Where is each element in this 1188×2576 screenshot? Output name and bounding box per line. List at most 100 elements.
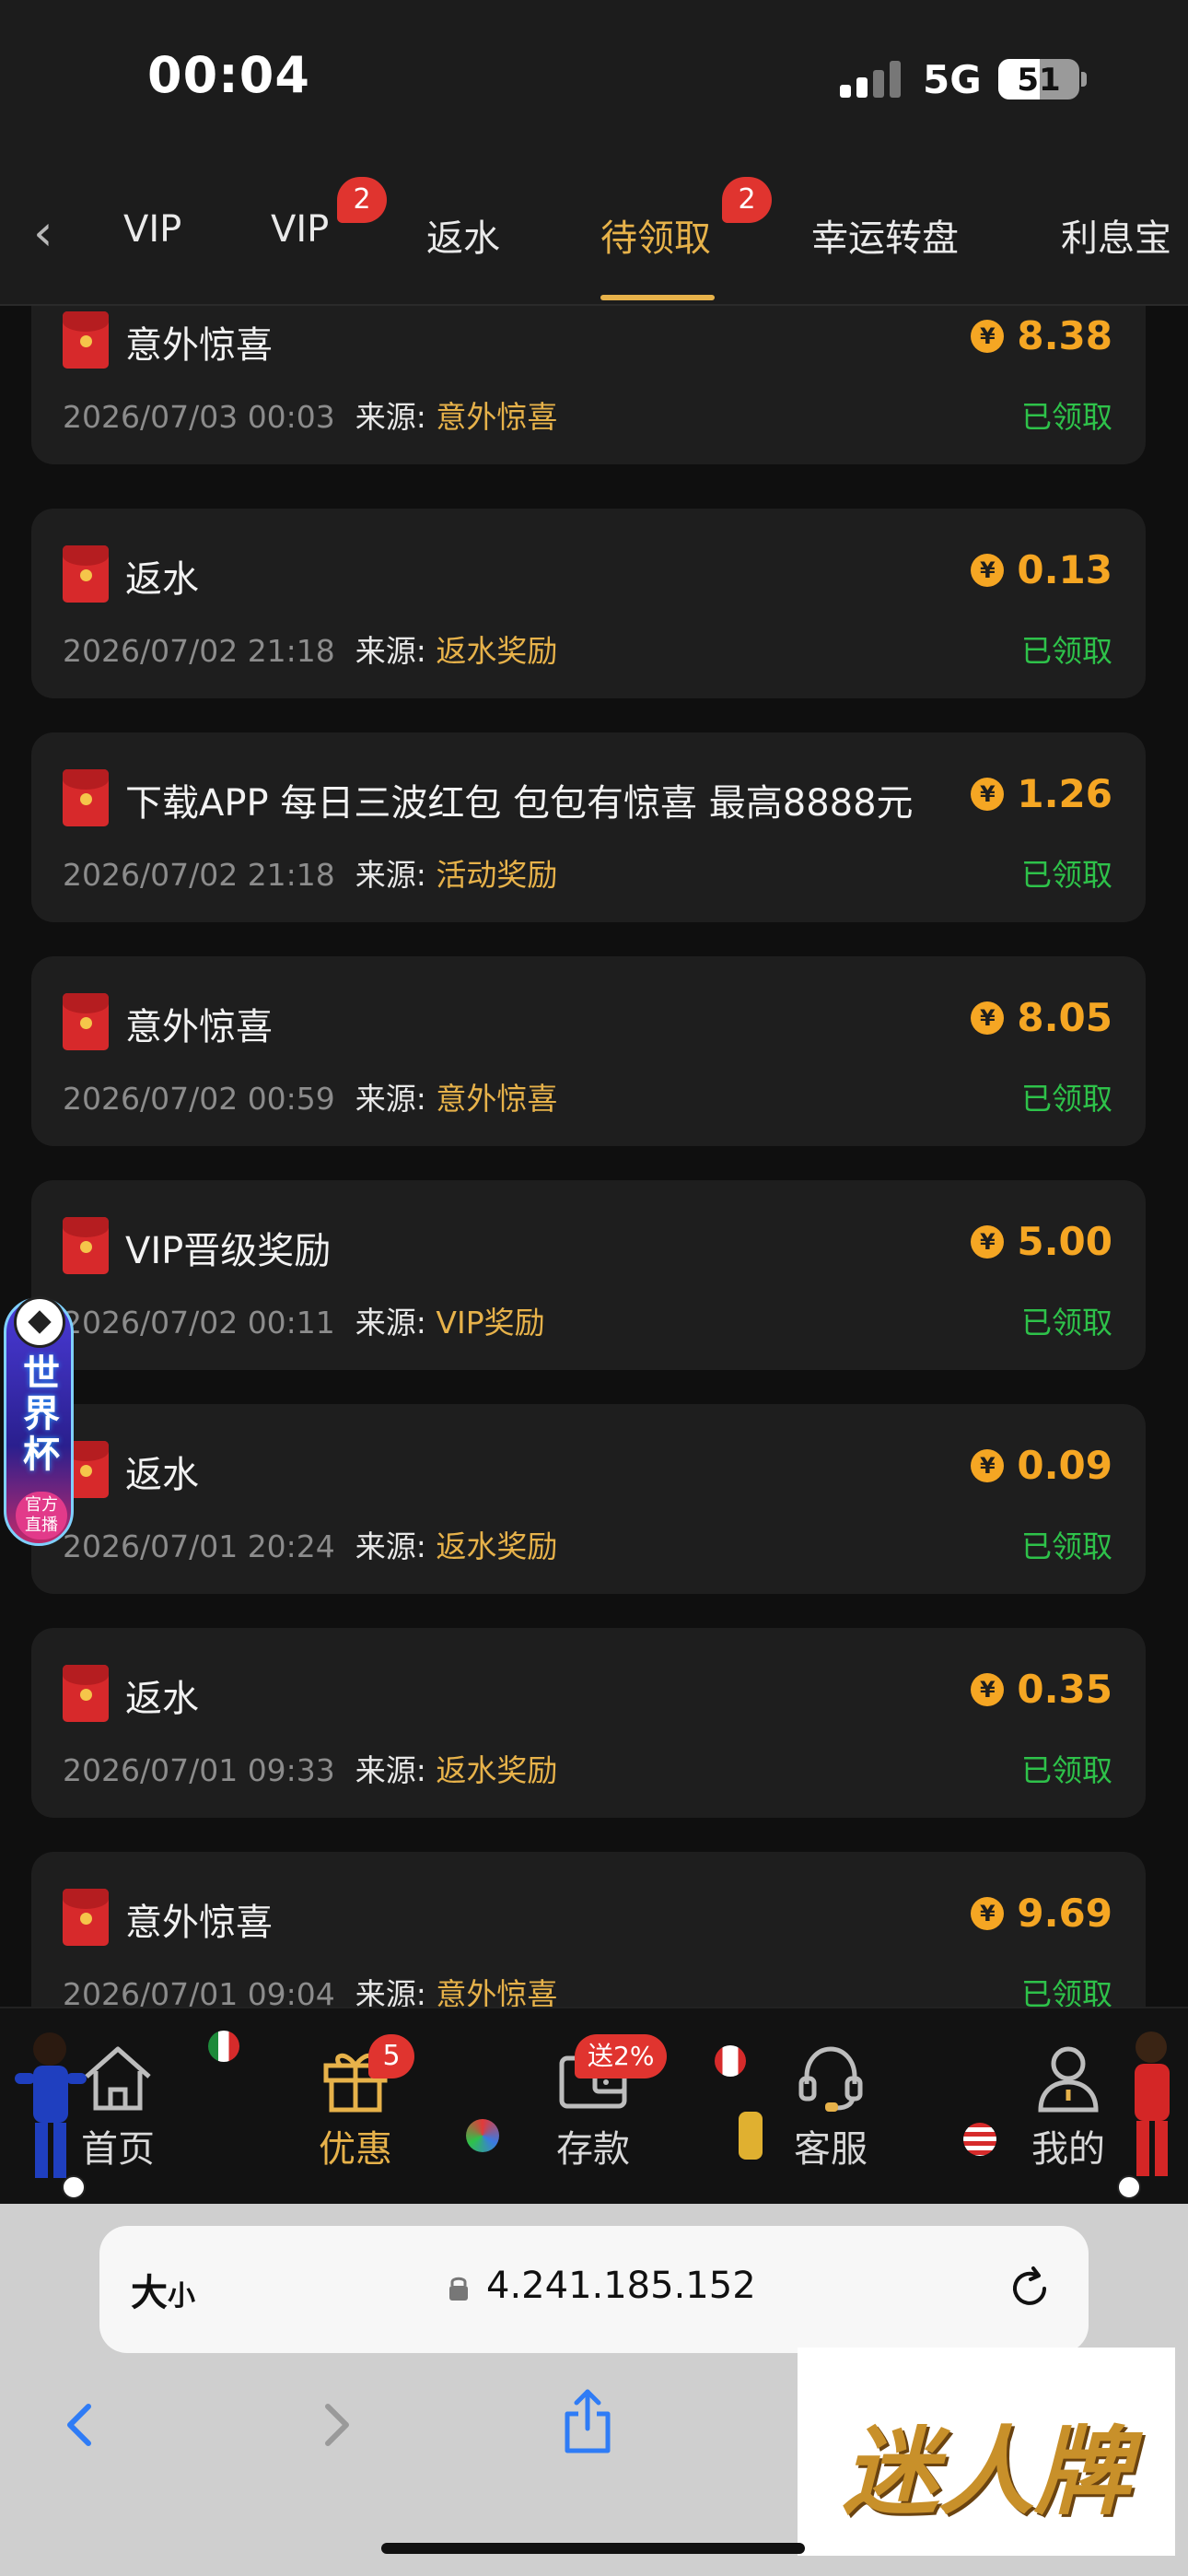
signal-icon (840, 61, 904, 98)
status-bar: 00:04 5G 51 (0, 0, 1188, 157)
live-badge-line1: 官方 (25, 1495, 58, 1515)
record-card[interactable]: 下载APP 每日三波红包 包包有惊喜 最高8888元 ¥ 1.26 2026/0… (31, 732, 1146, 922)
tab-interest[interactable]: 利息宝 (1061, 208, 1171, 262)
red-envelope-icon (63, 1217, 109, 1274)
record-date-line: 2026/07/02 00:11 来源: VIP奖励 (63, 1298, 545, 1342)
record-source-label: 来源: (355, 1081, 426, 1117)
deposit-promo-badge: 送2% (575, 2034, 668, 2078)
forward-arrow-icon[interactable] (309, 2388, 365, 2462)
record-source: 返水奖励 (436, 633, 558, 669)
record-title: 返水 (125, 1454, 199, 1496)
bottom-navigation: 首页 优惠 5 存款 送2% 客服 我的 (0, 2007, 1188, 2204)
record-amount: ¥ 0.09 (971, 1443, 1112, 1488)
record-amount-value: 8.05 (1017, 995, 1112, 1040)
record-card[interactable]: 意外惊喜 ¥ 8.38 2026/07/03 00:03 来源: 意外惊喜 已领取 (31, 306, 1146, 464)
record-title: 意外惊喜 (125, 1902, 273, 1944)
record-source: 活动奖励 (436, 857, 558, 893)
record-date-line: 2026/07/02 21:18 来源: 返水奖励 (63, 626, 557, 671)
network-type: 5G (923, 57, 982, 102)
record-source-label: 来源: (355, 1305, 426, 1341)
nav-home[interactable]: 首页 (53, 2042, 182, 2172)
user-icon (1038, 2046, 1099, 2113)
tab-scroll-left-icon[interactable]: ‹ (33, 208, 70, 258)
record-card[interactable]: 返水 ¥ 0.09 2026/07/01 20:24 来源: 返水奖励 已领取 (31, 1404, 1146, 1594)
tab-lucky-wheel[interactable]: 幸运转盘 (811, 208, 959, 262)
nav-deposit[interactable]: 存款 送2% (529, 2034, 668, 2172)
record-date: 2026/07/02 21:18 (63, 633, 335, 669)
coin-icon: ¥ (971, 1448, 1005, 1482)
record-source-label: 来源: (355, 399, 426, 435)
record-source: 返水奖励 (436, 1752, 558, 1788)
record-amount: ¥ 0.13 (971, 547, 1112, 592)
record-amount-value: 9.69 (1017, 1891, 1112, 1936)
record-status: 已领取 (1021, 857, 1112, 893)
live-badge-line2: 直播 (25, 1516, 58, 1535)
record-source-label: 来源: (355, 1752, 426, 1788)
nav-promotions[interactable]: 优惠 5 (291, 2034, 420, 2172)
battery-icon: 51 (998, 59, 1079, 100)
record-date-line: 2026/07/01 20:24 来源: 返水奖励 (63, 1522, 557, 1566)
record-amount: ¥ 8.05 (971, 995, 1112, 1040)
nav-support[interactable]: 客服 (766, 2042, 895, 2172)
coin-icon: ¥ (971, 319, 1005, 353)
record-date: 2026/07/02 00:59 (63, 1081, 335, 1117)
reload-icon[interactable] (1002, 2261, 1057, 2316)
record-card[interactable]: 意外惊喜 ¥ 8.05 2026/07/02 00:59 来源: 意外惊喜 已领取 (31, 956, 1146, 1146)
nav-promotions-badge: 5 (368, 2034, 414, 2078)
reward-record-list[interactable]: 意外惊喜 ¥ 8.38 2026/07/03 00:03 来源: 意外惊喜 已领取… (0, 306, 1188, 2007)
tab-vip-partial[interactable]: VIP (123, 208, 181, 251)
record-card[interactable]: 返水 ¥ 0.35 2026/07/01 09:33 来源: 返水奖励 已领取 (31, 1628, 1146, 1818)
flag-mexico-icon (208, 2031, 239, 2062)
record-status: 已领取 (1021, 399, 1112, 435)
record-card[interactable]: VIP晋级奖励 ¥ 5.00 2026/07/02 00:11 来源: VIP奖励… (31, 1180, 1146, 1370)
red-envelope-icon (63, 769, 109, 826)
tab-pending-claim[interactable]: 待领取 (600, 208, 711, 262)
flag-usa-icon (963, 2123, 996, 2156)
record-amount-value: 1.26 (1017, 771, 1112, 816)
official-live-badge: 官方 直播 (16, 1492, 67, 1540)
nav-profile-label: 我的 (1031, 2128, 1105, 2171)
record-status: 已领取 (1021, 1976, 1112, 2007)
record-date-line: 2026/07/02 21:18 来源: 活动奖励 (63, 850, 557, 895)
url-text[interactable]: 4.241.185.152 (486, 2265, 756, 2307)
record-date: 2026/07/02 21:18 (63, 857, 335, 893)
address-bar[interactable]: 大小 4.241.185.152 (99, 2226, 1089, 2353)
record-title: 意外惊喜 (125, 324, 273, 367)
record-title: VIP晋级奖励 (125, 1230, 332, 1272)
tab-vip[interactable]: VIP (271, 208, 329, 251)
record-date-line: 2026/07/02 00:59 来源: 意外惊喜 (63, 1074, 557, 1118)
red-envelope-icon (63, 1665, 109, 1722)
record-date: 2026/07/02 00:11 (63, 1305, 335, 1341)
record-title: 意外惊喜 (125, 1006, 273, 1048)
record-source: 意外惊喜 (436, 399, 558, 435)
trophy-icon (739, 2112, 763, 2160)
back-arrow-icon[interactable] (52, 2388, 107, 2462)
record-card[interactable]: 意外惊喜 ¥ 9.69 2026/07/01 09:04 来源: 意外惊喜 已领取 (31, 1852, 1146, 2007)
record-amount-value: 0.35 (1017, 1667, 1112, 1712)
nav-support-label: 客服 (794, 2128, 868, 2171)
world-cup-floating-banner[interactable]: 世界杯 官方 直播 (4, 1296, 74, 1546)
watermark: 迷人牌 (798, 2348, 1175, 2556)
battery-tip (1081, 72, 1087, 87)
red-envelope-icon (63, 311, 109, 369)
nav-profile[interactable]: 我的 (1004, 2042, 1133, 2172)
record-card[interactable]: 返水 ¥ 0.13 2026/07/02 21:18 来源: 返水奖励 已领取 (31, 509, 1146, 698)
record-amount: ¥ 8.38 (971, 313, 1112, 358)
tab-rebate[interactable]: 返水 (426, 208, 500, 262)
red-envelope-icon (63, 993, 109, 1050)
nav-promotions-label: 优惠 (319, 2128, 392, 2171)
tab-active-indicator (600, 295, 715, 300)
red-envelope-icon (63, 545, 109, 603)
tab-vip-badge: 2 (337, 177, 387, 223)
nav-deposit-label: 存款 (556, 2128, 630, 2171)
record-status: 已领取 (1021, 1528, 1112, 1564)
text-size-small: 小 (168, 2280, 195, 2313)
record-source-label: 来源: (355, 1976, 426, 2007)
record-date-line: 2026/07/03 00:03 来源: 意外惊喜 (63, 392, 557, 437)
text-size-button[interactable]: 大小 (131, 2263, 195, 2316)
share-icon[interactable] (560, 2384, 615, 2458)
record-amount-value: 0.09 (1017, 1443, 1112, 1488)
red-envelope-icon (63, 1889, 109, 1946)
watermark-text: 迷人牌 (842, 2415, 1130, 2528)
record-source: 返水奖励 (436, 1528, 558, 1564)
